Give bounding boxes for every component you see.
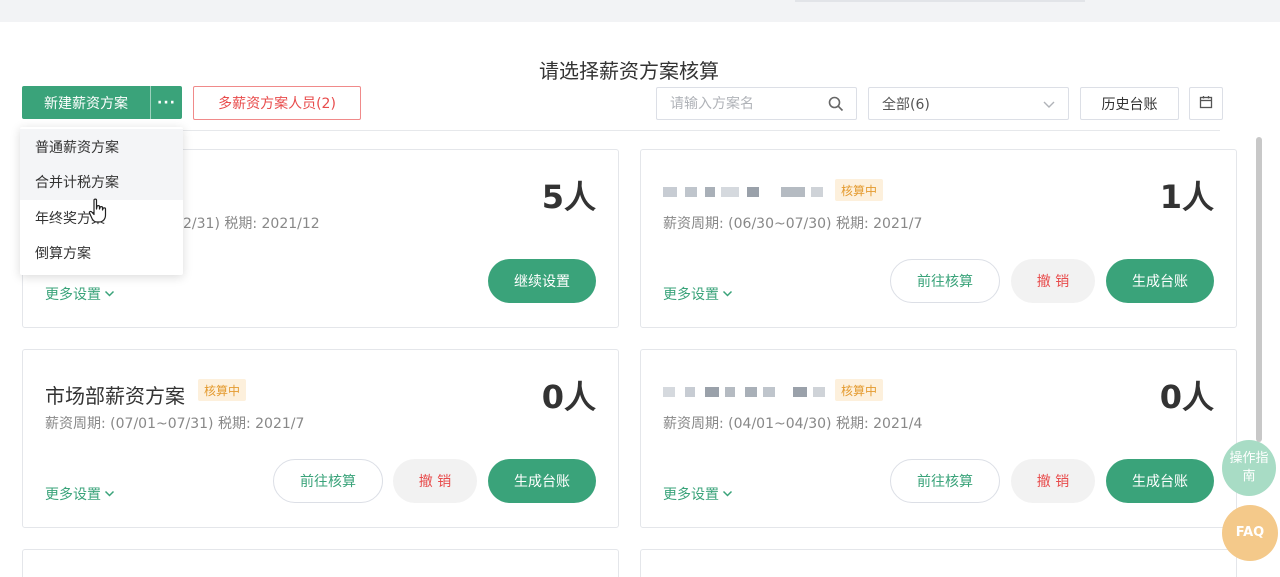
status-filter-value: 全部(6) (882, 96, 930, 113)
history-ledger-button[interactable]: 历史台账 (1080, 87, 1179, 120)
menu-item-reverse-calc-plan[interactable]: 倒算方案 (20, 236, 183, 272)
headcount: 0人 (541, 378, 596, 416)
more-options-button[interactable]: ··· (150, 86, 182, 119)
calendar-button[interactable] (1189, 87, 1223, 120)
search-icon[interactable] (828, 96, 844, 116)
plan-name: 市场部薪资方案 (45, 384, 185, 408)
more-settings-link[interactable]: 更多设置 (45, 284, 115, 304)
new-plan-split-button: 新建薪资方案 ··· (22, 86, 182, 119)
cancel-button[interactable]: 撤 销 (393, 459, 477, 503)
pay-period: 薪资周期: (07/01~07/31) 税期: 2021/7 (45, 416, 305, 432)
search-box (656, 87, 857, 120)
search-input[interactable] (670, 95, 820, 112)
more-settings-link[interactable]: 更多设置 (45, 484, 115, 504)
status-tag: 核算中 (835, 179, 884, 201)
calendar-icon (1199, 94, 1213, 113)
headcount: 1人 (1159, 178, 1214, 216)
scrollbar-thumb[interactable] (1256, 137, 1262, 442)
header-divider (180, 130, 1220, 131)
more-settings-label: 更多设置 (663, 487, 719, 503)
menu-item-standard-plan[interactable]: 普通薪资方案 (20, 129, 183, 165)
blurred-plan-name (663, 383, 833, 399)
status-filter-select[interactable]: 全部(6) (868, 87, 1069, 120)
generate-ledger-button[interactable]: 生成台账 (1106, 259, 1214, 303)
more-settings-link[interactable]: 更多设置 (663, 284, 733, 304)
pay-period: 薪资周期: (06/30~07/30) 税期: 2021/7 (663, 216, 923, 232)
cancel-button[interactable]: 撤 销 (1011, 459, 1095, 503)
go-calculate-button[interactable]: 前往核算 (273, 459, 383, 503)
chevron-down-icon (104, 486, 115, 502)
pay-period: 薪资周期: (04/01~04/30) 税期: 2021/4 (663, 416, 923, 432)
status-tag: 核算中 (198, 379, 247, 401)
plan-card: 核算中 1人 薪资周期: (06/30~07/30) 税期: 2021/7 更多… (640, 149, 1237, 328)
plan-card (640, 549, 1237, 577)
more-settings-label: 更多设置 (663, 287, 719, 303)
headcount: 0人 (1159, 378, 1214, 416)
headcount: 5人 (541, 178, 596, 216)
hand-pointer-cursor-icon (88, 198, 110, 228)
menu-item-combined-tax-plan[interactable]: 合并计税方案 (20, 164, 183, 200)
faq-button[interactable]: FAQ (1222, 505, 1278, 561)
operation-guide-button[interactable]: 操作指南 (1222, 440, 1276, 496)
continue-setup-button[interactable]: 继续设置 (488, 259, 596, 303)
more-settings-label: 更多设置 (45, 487, 101, 503)
plan-card: 市场部薪资方案 核算中 0人 薪资周期: (07/01~07/31) 税期: 2… (22, 349, 619, 528)
status-tag: 核算中 (835, 379, 884, 401)
plan-selection-page: 请选择薪资方案核算 新建薪资方案 ··· 多薪资方案人员(2) 全部(6) 历史… (0, 22, 1280, 577)
chevron-down-icon (722, 486, 733, 502)
go-calculate-button[interactable]: 前往核算 (890, 459, 1000, 503)
plan-card: 核算中 0人 薪资周期: (04/01~04/30) 税期: 2021/4 更多… (640, 349, 1237, 528)
top-strip (0, 0, 1280, 20)
chevron-down-icon (1042, 98, 1056, 114)
more-settings-link[interactable]: 更多设置 (663, 484, 733, 504)
generate-ledger-button[interactable]: 生成台账 (1106, 459, 1214, 503)
chevron-down-icon (104, 286, 115, 302)
top-divider (795, 0, 1085, 2)
plan-card (22, 549, 619, 577)
new-plan-button[interactable]: 新建薪资方案 (22, 86, 150, 119)
page-title: 请选择薪资方案核算 (539, 59, 719, 83)
cancel-button[interactable]: 撤 销 (1011, 259, 1095, 303)
chevron-down-icon (722, 286, 733, 302)
generate-ledger-button[interactable]: 生成台账 (488, 459, 596, 503)
more-settings-label: 更多设置 (45, 287, 101, 303)
blurred-plan-name (663, 183, 833, 199)
go-calculate-button[interactable]: 前往核算 (890, 259, 1000, 303)
multi-plan-staff-button[interactable]: 多薪资方案人员(2) (193, 86, 361, 120)
pay-period: 2/31) 税期: 2021/12 (183, 216, 320, 232)
